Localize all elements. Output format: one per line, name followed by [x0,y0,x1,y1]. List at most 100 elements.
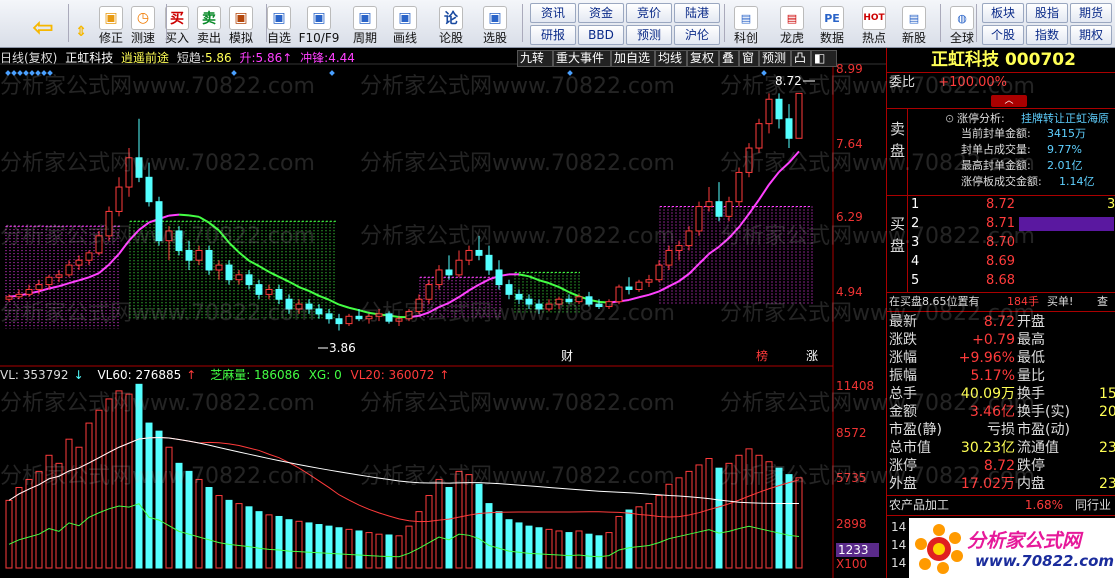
toolbar-separator [266,4,267,42]
buy-icon: 买 [165,6,189,30]
toolbar-new-board-button[interactable]: ▤ 新股 [896,2,932,45]
toolbar-globe-button[interactable]: ◍ 全球 [944,2,980,45]
toolbar-pen-button[interactable]: ▣ 画线 [388,2,422,45]
market-button-0-0[interactable]: 板块 [982,3,1024,23]
ma-line-segment [788,150,800,164]
candle-body [435,269,443,286]
legend-up-arrow: ↑ [282,51,293,65]
toolbar-kline-button[interactable]: ▤ 科创 [728,2,764,45]
candle-body [305,303,313,310]
toolbar-period-button[interactable]: ▣ 周期 [348,2,382,45]
price-tick-label: 4.94 [836,285,863,299]
bid-level-row[interactable]: 2 8.71 [887,215,1115,233]
toolbar-label: 选股 [482,31,507,45]
quote-value-2: 15 [1099,386,1115,402]
candle-body [645,279,653,283]
quote-label: 最新 [889,314,917,330]
toolbar-pe-button[interactable]: PE 数据 [814,2,850,45]
chart-button-2[interactable]: 加自选 [611,50,655,67]
quote-panel: 正虹科技 000702 委比 +100.00% ︿ 卖盘 ⊙ 涨停分析: 挂牌转… [886,48,1115,578]
volume-bar [655,495,663,569]
bid-level: 1 [911,197,920,212]
toolbar-dragon-button[interactable]: ▤ 龙虎 [774,2,810,45]
chart-button-9[interactable]: ◧ [811,50,837,67]
bid-volume-bar [1019,217,1114,231]
candle-body [225,264,233,281]
event-marker-icon [41,70,47,76]
toolbar-hammer-button[interactable]: ▣ 模拟 [224,2,258,45]
market-button-0-1[interactable]: 股指 [1026,3,1068,23]
quote-value: 17.02万 [960,476,1015,492]
chart-button-8[interactable]: 凸 [791,50,811,67]
bid-level-row[interactable]: 1 8.72 3 [887,196,1115,214]
bid-level-row[interactable]: 5 8.68 [887,272,1115,290]
toolbar-label: 数据 [819,31,844,45]
toolbar-refresh-coin-button[interactable]: ▣ 修正 [94,2,128,45]
toolbar-up-down-arrows-button[interactable]: ⇕ [64,2,98,45]
chart-area[interactable]: 8.72 3.86 财 榜 涨 [0,48,886,578]
chart-button-0[interactable]: 九转 [517,50,553,67]
quick-button-1-3[interactable]: 沪伦 [674,25,720,45]
candle-body [535,303,543,310]
candle-body [745,147,753,173]
candle-body [55,274,63,278]
quick-button-0-2[interactable]: 竞价 [626,3,672,23]
quick-button-0-0[interactable]: 资讯 [530,3,576,23]
chart-button-4[interactable]: 复权 [687,50,719,67]
ma-line-segment [168,213,180,217]
main-toolbar: ⇦ ⇕ ▣ 修正 ◷ 测速买买入卖卖出 ▣ 模拟 ▣ 自选 ▣ F10/F9 ▣ 周期 ▣ 画线论论股 ▣ 选股资… [0,0,1115,48]
ma-line-segment [448,296,460,304]
quick-button-0-1[interactable]: 资金 [578,3,624,23]
quick-button-1-1[interactable]: BBD [578,25,624,45]
chart-button-3[interactable]: 均线 [655,50,687,67]
candle-body [175,230,183,251]
candle-body [715,201,723,217]
pe-icon: PE [820,6,844,30]
bid-level: 2 [911,216,920,231]
toolbar-back-arrow-button[interactable]: ⇦ [26,2,60,45]
pen-icon: ▣ [393,6,417,30]
toolbar-f10-window-button[interactable]: ▣ F10/F9 [299,2,339,45]
candle-body [775,98,783,120]
ma-line-segment [678,273,690,282]
candle-body [675,245,683,251]
toolbar-sell-button[interactable]: 卖卖出 [192,2,226,45]
seal-info-row: 涨停板成交金额: 1.14亿 [887,174,1115,190]
same-industry-tab[interactable]: 同行业 [1075,496,1111,514]
chart-button-5[interactable]: 叠 [719,50,739,67]
query-button[interactable]: 查 [1097,293,1108,311]
quick-button-1-2[interactable]: 预测 [626,25,672,45]
sector-name[interactable]: 农产品加工 [889,496,949,514]
toolbar-lunshi-button[interactable]: 论论股 [434,2,468,45]
chart-button-7[interactable]: 预测 [759,50,791,67]
chart-button-6[interactable]: 窗 [739,50,759,67]
ma-line-segment [468,283,480,292]
toolbar-star-window-button[interactable]: ▣ 自选 [262,2,296,45]
bid-level-row[interactable]: 4 8.69 [887,253,1115,271]
quick-button-0-3[interactable]: 陆港 [674,3,720,23]
kline-chart[interactable]: 8.72 3.86 财 榜 涨 [0,48,886,578]
volume-bar [205,486,213,569]
candle-body [375,313,383,317]
market-button-1-0[interactable]: 个股 [982,25,1024,45]
bid-level-row[interactable]: 3 8.70 [887,234,1115,252]
toolbar-hot-button[interactable]: HOT 热点 [856,2,892,45]
toolbar-clock-button[interactable]: ◷ 测速 [126,2,160,45]
quote-label-2: 流通值 [1017,440,1059,456]
candle-body [565,298,573,303]
event-marker-icon [29,70,35,76]
quick-button-1-0[interactable]: 研报 [530,25,576,45]
collapse-button[interactable]: ︿ [991,95,1027,107]
ma-line-segment [278,275,290,283]
volume-bar [775,467,783,569]
chart-button-1[interactable]: 重大事件 [553,50,611,67]
market-button-0-2[interactable]: 期货 [1070,3,1112,23]
candle-body [295,303,303,310]
logo-url: www.70822.com [975,552,1115,570]
market-button-1-2[interactable]: 期权 [1070,25,1112,45]
volume-bar [175,462,183,569]
ma-line-segment [538,279,550,285]
toolbar-search-chart-button[interactable]: ▣ 选股 [478,2,512,45]
volume-bar [665,483,673,569]
market-button-1-1[interactable]: 指数 [1026,25,1068,45]
